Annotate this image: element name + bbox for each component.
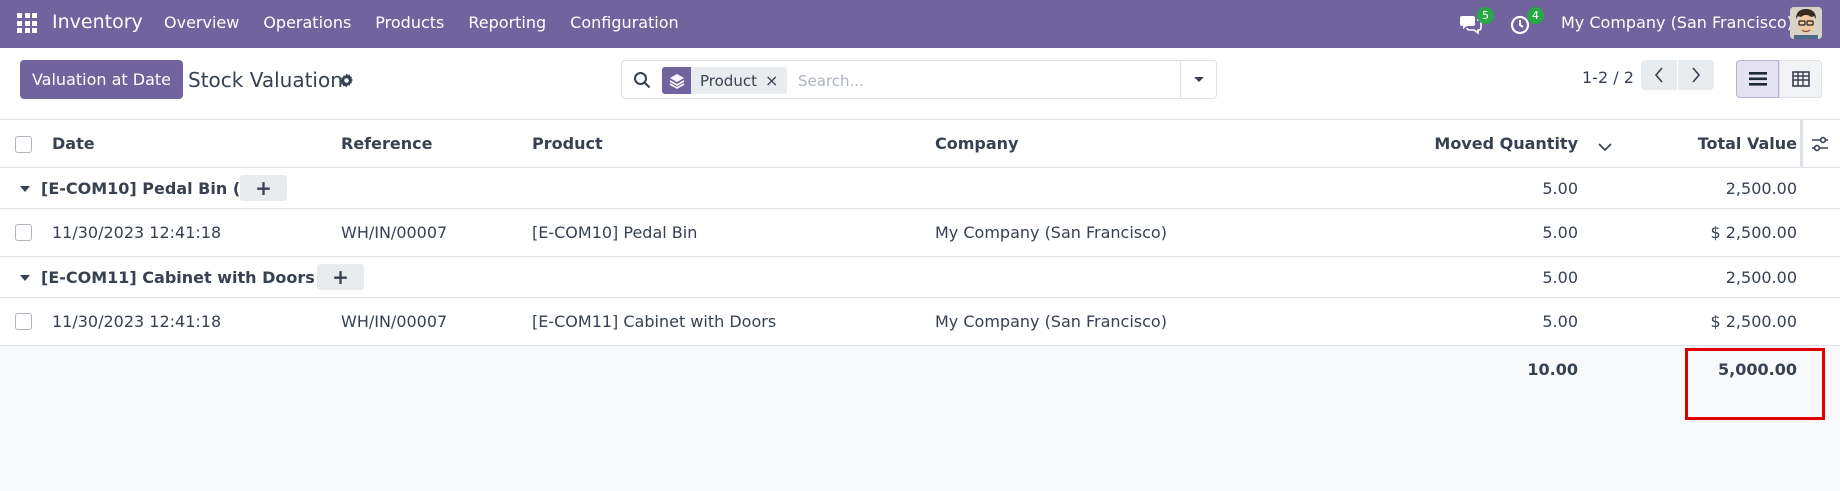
list-view-button[interactable] xyxy=(1736,60,1779,98)
app-brand[interactable]: Inventory xyxy=(52,11,143,33)
avatar-face-icon xyxy=(1790,7,1822,39)
gear-icon[interactable] xyxy=(339,73,354,88)
table-grid-icon xyxy=(1791,71,1810,87)
chat-count-badge: 5 xyxy=(1477,7,1494,24)
caret-down-icon xyxy=(20,186,30,192)
company-switcher[interactable]: My Company (San Francisco) xyxy=(1561,13,1793,32)
group-row[interactable]: [E-COM10] Pedal Bin (1) + 5.00 2,500.00 xyxy=(0,168,1840,209)
group-label[interactable]: [E-COM11] Cabinet with Doors (1) xyxy=(41,268,346,287)
group-quantity: 5.00 xyxy=(1542,268,1578,287)
cell-date: 11/30/2023 12:41:18 xyxy=(52,223,222,242)
menu-item-overview[interactable]: Overview xyxy=(164,13,239,32)
group-value: 2,500.00 xyxy=(1725,268,1797,287)
menu-item-reporting[interactable]: Reporting xyxy=(468,13,546,32)
user-avatar[interactable] xyxy=(1790,7,1822,39)
cell-value: $ 2,500.00 xyxy=(1710,312,1797,331)
table-row[interactable]: 11/30/2023 12:41:18 WH/IN/00007 [E-COM10… xyxy=(0,209,1840,257)
cell-value: $ 2,500.00 xyxy=(1710,223,1797,242)
row-checkbox[interactable] xyxy=(15,224,32,241)
cell-company: My Company (San Francisco) xyxy=(935,223,1167,242)
column-header-date[interactable]: Date xyxy=(52,134,95,153)
column-resize-handle[interactable] xyxy=(1800,120,1803,168)
totals-row: 10.00 5,000.00 xyxy=(0,346,1840,394)
cell-quantity: 5.00 xyxy=(1542,312,1578,331)
chevron-down-icon xyxy=(1598,143,1612,152)
settings-gear-icon xyxy=(340,73,353,88)
valuation-at-date-button[interactable]: Valuation at Date xyxy=(20,60,183,99)
chevron-right-icon xyxy=(1692,67,1701,83)
search-options-toggle[interactable] xyxy=(1180,61,1216,98)
cell-quantity: 5.00 xyxy=(1542,223,1578,242)
table-header: Date Reference Product Company Moved Qua… xyxy=(0,120,1840,168)
magnifier-icon xyxy=(634,72,651,89)
group-by-facet: Product × xyxy=(662,67,788,94)
add-line-button[interactable]: + xyxy=(317,264,364,290)
pager-previous-button[interactable] xyxy=(1641,60,1677,90)
sliders-icon xyxy=(1812,136,1828,152)
cell-product: [E-COM10] Pedal Bin xyxy=(532,223,698,242)
total-quantity: 10.00 xyxy=(1527,360,1578,379)
menu-item-products[interactable]: Products xyxy=(375,13,444,32)
menu-item-configuration[interactable]: Configuration xyxy=(570,13,679,32)
pivot-view-button[interactable] xyxy=(1779,60,1822,98)
search-icon[interactable] xyxy=(633,71,651,89)
row-checkbox[interactable] xyxy=(15,313,32,330)
page-title: Stock Valuation xyxy=(188,68,343,92)
column-header-moved-quantity[interactable]: Moved Quantity xyxy=(1400,134,1578,153)
cell-date: 11/30/2023 12:41:18 xyxy=(52,312,222,331)
cell-product: [E-COM11] Cabinet with Doors xyxy=(532,312,777,331)
layers-icon xyxy=(662,67,691,94)
column-header-product[interactable]: Product xyxy=(532,134,603,153)
group-value: 2,500.00 xyxy=(1725,179,1797,198)
optional-columns-toggle[interactable] xyxy=(1811,136,1829,156)
pager-next-button[interactable] xyxy=(1678,60,1714,90)
group-label[interactable]: [E-COM10] Pedal Bin (1) xyxy=(41,179,259,198)
cell-company: My Company (San Francisco) xyxy=(935,312,1167,331)
facet-label: Product xyxy=(700,71,757,90)
top-navbar: Inventory Overview Operations Products R… xyxy=(0,0,1840,48)
search-input[interactable] xyxy=(798,67,1178,94)
list-view-icon xyxy=(1748,72,1767,86)
main-menu: Overview Operations Products Reporting C… xyxy=(164,13,703,32)
column-header-reference[interactable]: Reference xyxy=(341,134,432,153)
highlight-box xyxy=(1685,348,1825,420)
facet-remove-button[interactable]: × xyxy=(765,71,787,90)
cell-reference: WH/IN/00007 xyxy=(341,223,448,242)
add-line-button[interactable]: + xyxy=(240,175,287,201)
search-bar: Product × xyxy=(621,60,1217,99)
column-header-company[interactable]: Company xyxy=(935,134,1018,153)
column-header-total-value[interactable]: Total Value xyxy=(1640,134,1797,153)
table-row[interactable]: 11/30/2023 12:41:18 WH/IN/00007 [E-COM11… xyxy=(0,298,1840,346)
caret-down-icon xyxy=(20,275,30,281)
stack-icon xyxy=(669,73,684,89)
select-all-checkbox[interactable] xyxy=(15,136,32,153)
apps-menu-icon[interactable] xyxy=(17,13,37,33)
chevron-left-icon xyxy=(1654,67,1663,83)
group-quantity: 5.00 xyxy=(1542,179,1578,198)
menu-item-operations[interactable]: Operations xyxy=(263,13,351,32)
sort-chevron-down-icon[interactable] xyxy=(1598,137,1612,156)
caret-down-icon xyxy=(1193,76,1204,82)
group-row[interactable]: [E-COM11] Cabinet with Doors (1) + 5.00 … xyxy=(0,257,1840,298)
pager-value[interactable]: 1-2 / 2 xyxy=(1582,68,1634,87)
cell-reference: WH/IN/00007 xyxy=(341,312,448,331)
activity-count-badge: 4 xyxy=(1527,7,1544,24)
control-panel: Valuation at Date Stock Valuation Produc… xyxy=(0,48,1840,120)
